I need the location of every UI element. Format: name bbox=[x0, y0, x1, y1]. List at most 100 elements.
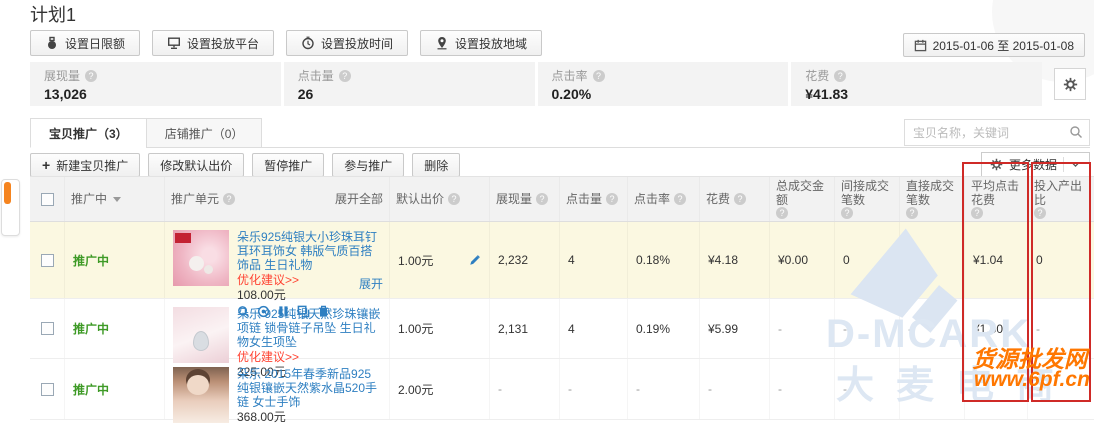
info-icon[interactable] bbox=[971, 207, 983, 219]
cell-impressions: 2,131 bbox=[498, 322, 528, 336]
product-image bbox=[173, 367, 229, 423]
product-name-link[interactable]: 朵乐925纯银大小珍珠耳钉耳环耳饰女 韩版气质百搭饰品 生日礼物 bbox=[237, 230, 381, 272]
gear-icon bbox=[990, 158, 1003, 171]
cell-direct: 0 bbox=[908, 253, 915, 267]
expand-all-link[interactable]: 展开全部 bbox=[335, 192, 383, 206]
button-label: 设置投放地域 bbox=[455, 35, 527, 52]
edit-bid-pencil-icon[interactable] bbox=[469, 254, 481, 266]
select-all-checkbox[interactable] bbox=[41, 193, 54, 206]
divider bbox=[1063, 157, 1064, 172]
column-header-bid: 默认出价 bbox=[396, 192, 444, 206]
stat-cost: 花费 ¥41.83 bbox=[791, 62, 1042, 106]
new-item-promotion-button[interactable]: 新建宝贝推广 bbox=[30, 153, 140, 177]
cell-ctr: 0.18% bbox=[636, 253, 670, 267]
set-region-button[interactable]: 设置投放地域 bbox=[420, 30, 542, 56]
cell-impressions: - bbox=[498, 382, 502, 396]
info-icon[interactable] bbox=[841, 207, 853, 219]
monitor-icon bbox=[167, 36, 181, 50]
info-icon[interactable] bbox=[536, 193, 548, 205]
info-icon[interactable] bbox=[1034, 207, 1046, 219]
stat-value: 26 bbox=[298, 86, 521, 102]
search-input[interactable] bbox=[904, 119, 1090, 146]
plus-icon bbox=[42, 158, 50, 172]
map-pin-icon bbox=[435, 36, 449, 50]
join-promotion-button[interactable]: 参与推广 bbox=[332, 153, 404, 177]
stat-value: ¥41.83 bbox=[805, 86, 1028, 102]
more-data-button[interactable]: 更多数据 bbox=[981, 152, 1090, 177]
bid-value: 1.00元 bbox=[398, 320, 433, 337]
cell-indirect: - bbox=[843, 322, 847, 336]
chevron-down-icon bbox=[1070, 159, 1081, 170]
info-icon[interactable] bbox=[339, 70, 351, 82]
info-icon[interactable] bbox=[906, 207, 918, 219]
cell-clicks: - bbox=[568, 382, 572, 396]
handle-orange-tab bbox=[4, 182, 11, 204]
info-icon[interactable] bbox=[776, 207, 788, 219]
promotion-tabs: 宝贝推广（3） 店铺推广（0） bbox=[30, 118, 261, 148]
stat-clicks: 点击量 26 bbox=[284, 62, 535, 106]
button-label: 参与推广 bbox=[344, 157, 392, 174]
product-name-link[interactable]: 朵乐 2015年春季新品925纯银镶嵌天然紫水晶520手链 女士手饰 bbox=[237, 367, 381, 409]
stats-settings-button[interactable] bbox=[1054, 68, 1086, 100]
side-panel-handle[interactable] bbox=[1, 179, 20, 236]
weight-icon bbox=[45, 36, 59, 50]
set-daily-limit-button[interactable]: 设置日限额 bbox=[30, 30, 140, 56]
info-icon[interactable] bbox=[223, 193, 235, 205]
summary-stats-bar: 展现量 13,026 点击量 26 点击率 0.20% 花费 ¥41.83 bbox=[30, 62, 1042, 106]
cell-clicks: 4 bbox=[568, 322, 575, 336]
set-schedule-button[interactable]: 设置投放时间 bbox=[286, 30, 408, 56]
table-row: 推广中 朵乐 2015年春季新品925纯银镶嵌天然紫水晶520手链 女士手饰 3… bbox=[30, 359, 1094, 420]
gear-icon bbox=[1063, 77, 1078, 92]
table-actions-toolbar: 新建宝贝推广 修改默认出价 暂停推广 参与推广 删除 bbox=[30, 153, 460, 177]
stat-label: 花费 bbox=[805, 67, 829, 84]
status-badge: 推广中 bbox=[73, 252, 109, 269]
column-header-impressions: 展现量 bbox=[496, 192, 532, 206]
column-header-ctr: 点击率 bbox=[634, 192, 670, 206]
info-icon[interactable] bbox=[834, 70, 846, 82]
info-icon[interactable] bbox=[606, 193, 618, 205]
status-filter-label: 推广中 bbox=[71, 192, 107, 206]
table-row: 推广中 朵乐 925纯银天然珍珠镶嵌项链 锁骨链子吊坠 生日礼物女生项坠 优化建… bbox=[30, 299, 1094, 359]
tab-label: 店铺推广（0） bbox=[165, 127, 244, 141]
button-label: 设置投放时间 bbox=[321, 35, 393, 52]
row-checkbox[interactable] bbox=[41, 254, 54, 267]
info-icon[interactable] bbox=[674, 193, 686, 205]
info-icon[interactable] bbox=[593, 70, 605, 82]
expand-row-link[interactable]: 展开 bbox=[359, 275, 383, 292]
column-header-unit: 推广单元 bbox=[171, 192, 219, 206]
info-icon[interactable] bbox=[448, 193, 460, 205]
row-checkbox[interactable] bbox=[41, 322, 54, 335]
set-platform-button[interactable]: 设置投放平台 bbox=[152, 30, 274, 56]
edit-default-bid-button[interactable]: 修改默认出价 bbox=[148, 153, 244, 177]
product-name-link[interactable]: 朵乐 925纯银天然珍珠镶嵌项链 锁骨链子吊坠 生日礼物女生项坠 bbox=[237, 307, 381, 349]
tab-item-promotion[interactable]: 宝贝推广（3） bbox=[30, 118, 147, 148]
product-price: 368.00元 bbox=[237, 410, 381, 424]
search-icon[interactable] bbox=[1069, 125, 1083, 142]
table-row: 推广中 朵乐925纯银大小珍珠耳钉耳环耳饰女 韩版气质百搭饰品 生日礼物 优化建… bbox=[30, 222, 1094, 299]
clock-icon bbox=[301, 36, 315, 50]
tab-label: 宝贝推广（3） bbox=[49, 127, 128, 141]
delete-button[interactable]: 删除 bbox=[412, 153, 460, 177]
button-label: 删除 bbox=[424, 157, 448, 174]
column-header-avg-cost: 平均点击花费 bbox=[971, 179, 1021, 207]
product-image bbox=[173, 230, 229, 286]
cell-avg-cost: ¥1.50 bbox=[973, 322, 1003, 336]
row-checkbox[interactable] bbox=[41, 383, 54, 396]
column-header-indirect: 间接成交笔数 bbox=[841, 179, 893, 207]
status-filter-caret-icon[interactable] bbox=[113, 197, 121, 202]
button-label: 暂停推广 bbox=[264, 157, 312, 174]
info-icon[interactable] bbox=[734, 193, 746, 205]
info-icon[interactable] bbox=[85, 70, 97, 82]
pause-promotion-button[interactable]: 暂停推广 bbox=[252, 153, 324, 177]
button-label: 设置日限额 bbox=[65, 35, 125, 52]
cell-clicks: 4 bbox=[568, 253, 575, 267]
date-range-picker[interactable]: 2015-01-06 至 2015-01-08 bbox=[903, 33, 1085, 57]
date-range-label: 2015-01-06 至 2015-01-08 bbox=[933, 37, 1074, 54]
cell-direct: - bbox=[908, 382, 912, 396]
bid-value: 2.00元 bbox=[398, 381, 433, 398]
stat-impressions: 展现量 13,026 bbox=[30, 62, 281, 106]
cell-total: - bbox=[778, 322, 782, 336]
stat-label: 点击量 bbox=[298, 67, 334, 84]
tab-shop-promotion[interactable]: 店铺推广（0） bbox=[146, 118, 263, 148]
column-header-roi: 投入产出比 bbox=[1034, 179, 1088, 207]
